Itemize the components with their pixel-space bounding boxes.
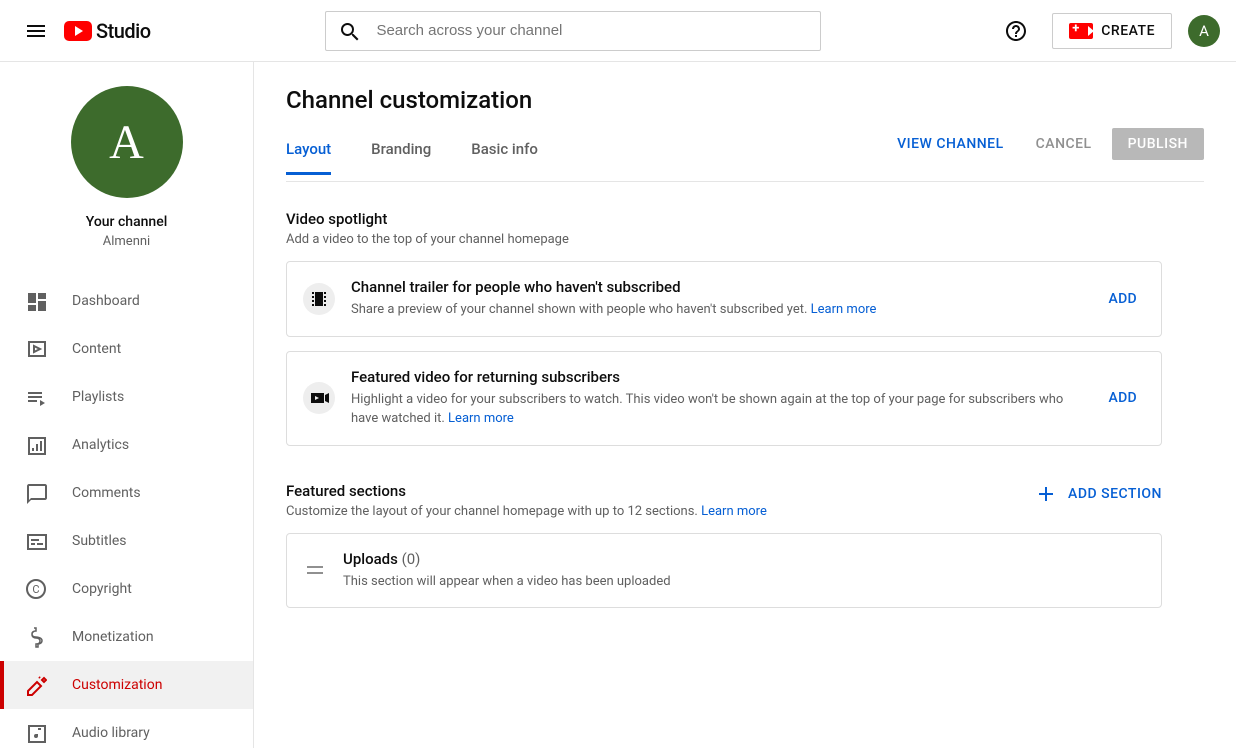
trailer-card: Channel trailer for people who haven't s… [286,261,1162,337]
featured-video-icon [303,382,335,414]
comments-icon [24,481,48,505]
tabs-row: Layout Branding Basic info VIEW CHANNEL … [286,134,1204,182]
view-channel-link[interactable]: VIEW CHANNEL [885,128,1016,160]
customization-icon [24,673,48,697]
uploads-count: (0) [402,550,421,568]
content-icon [24,337,48,361]
create-video-icon [1069,23,1093,39]
spotlight-title: Video spotlight [286,210,1162,228]
uploads-body: Uploads (0) This section will appear whe… [343,550,1145,592]
featured-video-card: Featured video for returning subscribers… [286,351,1162,446]
channel-block: A Your channel Almenni [0,62,253,273]
audio-library-icon [24,721,48,745]
menu-icon [24,19,48,43]
sidebar-item-audio-library[interactable]: Audio library [0,709,253,748]
header-actions: CREATE A [996,11,1220,51]
sidebar-item-comments[interactable]: Comments [0,469,253,517]
create-label: CREATE [1101,23,1155,39]
analytics-icon [24,433,48,457]
create-button[interactable]: CREATE [1052,13,1172,49]
uploads-desc: This section will appear when a video ha… [343,572,1145,592]
channel-avatar[interactable]: A [71,86,183,198]
sidebar: A Your channel Almenni Dashboard Content… [0,62,254,748]
sections-subtitle: Customize the layout of your channel hom… [286,504,767,519]
playlists-icon [24,385,48,409]
studio-logo[interactable]: Studio [64,19,151,43]
sections-learn-more-link[interactable]: Learn more [701,504,767,519]
nav: Dashboard Content Playlists Analytics Co… [0,273,253,748]
channel-name: Almenni [103,234,150,249]
sidebar-item-dashboard[interactable]: Dashboard [0,277,253,325]
tab-branding[interactable]: Branding [371,140,431,175]
sidebar-item-playlists[interactable]: Playlists [0,373,253,421]
user-avatar[interactable]: A [1188,15,1220,47]
trailer-add-button[interactable]: ADD [1101,291,1145,307]
help-icon [1004,19,1028,43]
sidebar-item-content[interactable]: Content [0,325,253,373]
page-actions: VIEW CHANNEL CANCEL PUBLISH [885,128,1204,160]
search-input[interactable] [376,22,808,39]
video-spotlight-section: Video spotlight Add a video to the top o… [286,210,1162,446]
top-header: Studio CREATE A [0,0,1236,62]
help-button[interactable] [996,11,1036,51]
featured-body: Featured video for returning subscribers… [351,368,1085,429]
search-container [191,11,957,51]
trailer-desc: Share a preview of your channel shown wi… [351,300,1085,320]
dashboard-icon [24,289,48,313]
plus-icon [1034,482,1058,506]
main-content: Channel customization Layout Branding Ba… [254,62,1236,748]
cancel-button[interactable]: CANCEL [1024,128,1104,160]
search-box[interactable] [325,11,821,51]
featured-add-button[interactable]: ADD [1101,390,1145,406]
tab-layout[interactable]: Layout [286,140,331,175]
featured-sections-header: Featured sections Customize the layout o… [286,482,1162,519]
subtitles-icon [24,529,48,553]
logo-text: Studio [96,19,151,43]
page-title: Channel customization [286,86,1204,114]
trailer-learn-more-link[interactable]: Learn more [811,302,877,317]
sidebar-item-customization[interactable]: Customization [0,661,253,709]
hamburger-menu-button[interactable] [16,11,56,51]
trailer-body: Channel trailer for people who haven't s… [351,278,1085,320]
copyright-icon: C [24,577,48,601]
sidebar-item-copyright[interactable]: C Copyright [0,565,253,613]
publish-button: PUBLISH [1112,128,1204,160]
featured-desc: Highlight a video for your subscribers t… [351,390,1085,429]
uploads-section-card: Uploads (0) This section will appear whe… [286,533,1162,609]
featured-learn-more-link[interactable]: Learn more [448,411,514,426]
film-icon [303,283,335,315]
youtube-icon [64,21,92,41]
sidebar-item-monetization[interactable]: Monetization [0,613,253,661]
body-layout: A Your channel Almenni Dashboard Content… [0,62,1236,748]
tabs: Layout Branding Basic info [286,140,538,175]
svg-text:C: C [32,583,39,596]
search-icon [338,20,360,42]
add-section-button[interactable]: ADD SECTION [1034,482,1162,506]
monetization-icon [24,625,48,649]
sidebar-item-analytics[interactable]: Analytics [0,421,253,469]
your-channel-label: Your channel [86,214,168,230]
spotlight-subtitle: Add a video to the top of your channel h… [286,232,1162,247]
uploads-title: Uploads (0) [343,550,1145,568]
drag-handle-icon[interactable] [303,566,327,574]
sections-title: Featured sections [286,482,767,500]
trailer-title: Channel trailer for people who haven't s… [351,278,1085,296]
featured-title: Featured video for returning subscribers [351,368,1085,386]
sidebar-item-subtitles[interactable]: Subtitles [0,517,253,565]
tab-basic-info[interactable]: Basic info [471,140,538,175]
